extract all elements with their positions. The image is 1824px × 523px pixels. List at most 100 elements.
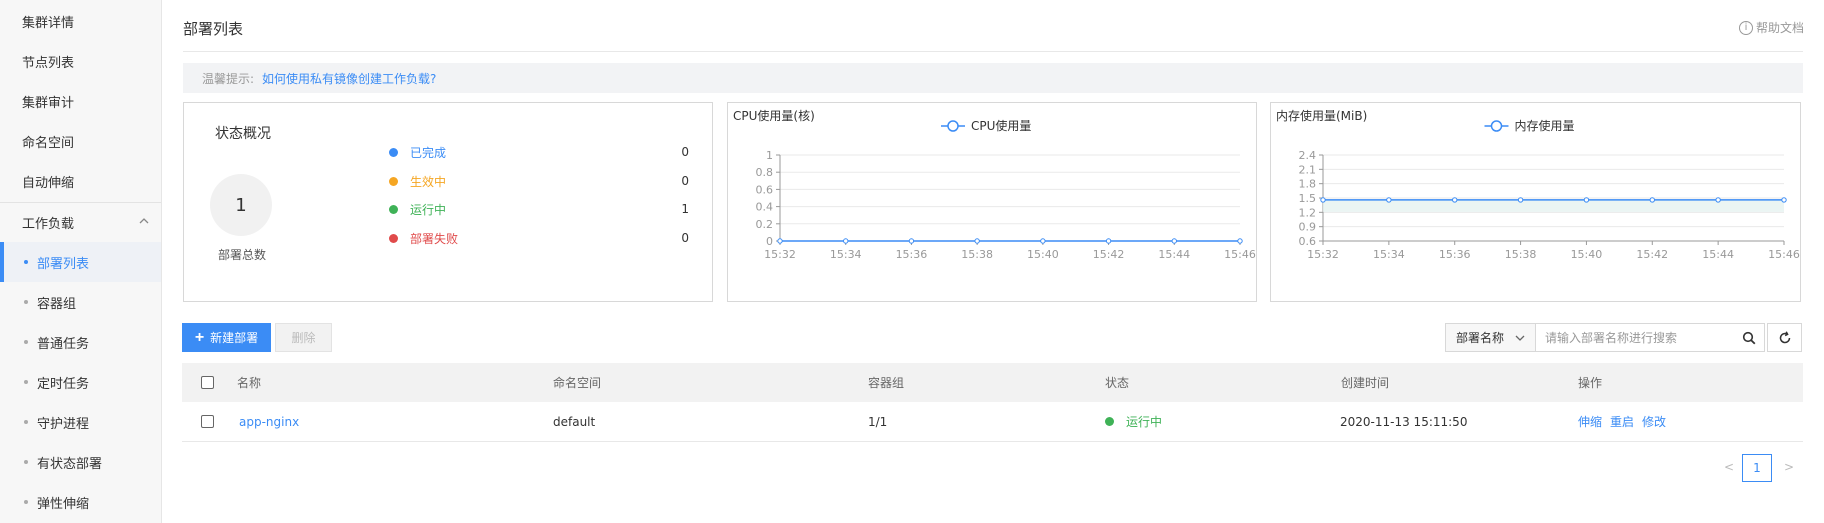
data-point	[1583, 197, 1590, 203]
tip-label: 温馨提示:	[202, 71, 255, 86]
pagination-next[interactable]: >	[1784, 460, 1794, 474]
cpu-chart: CPU使用量 0 0.2 0.4 0.6 0.8 1 15:32 15:34 15:36 15:38…	[756, 118, 1256, 261]
app-root: 集群详情 节点列表 集群审计 命名空间 自动伸缩 工作负载 部署列表 容器组 普…	[0, 0, 1824, 523]
tip-link[interactable]: 如何使用私有镜像创建工作负载?	[262, 70, 436, 87]
delete-button[interactable]: 删除	[275, 323, 332, 352]
sidebar-item-node-list[interactable]: 节点列表	[0, 41, 161, 81]
data-point	[1237, 238, 1243, 244]
status-row-label: 运行中	[410, 202, 447, 217]
data-point	[1040, 238, 1046, 244]
column-header-created[interactable]: 创建时间	[1341, 363, 1389, 402]
legend-label: CPU使用量	[971, 118, 1031, 133]
data-point	[843, 238, 849, 244]
sidebar-item-workload[interactable]: 工作负载	[0, 202, 161, 242]
legend-marker	[1490, 120, 1503, 132]
table-header: 名称 命名空间 容器组 状态 创建时间 操作	[182, 363, 1803, 402]
sidebar-item-label: 有状态部署	[37, 456, 103, 472]
bullet-icon	[24, 340, 28, 344]
bullet-icon	[24, 260, 28, 264]
legend-label: 内存使用量	[1515, 118, 1575, 133]
column-header-status[interactable]: 状态	[1105, 363, 1129, 402]
sidebar-item-cluster-audit[interactable]: 集群审计	[0, 81, 161, 121]
status-row-count: 0	[681, 174, 689, 188]
sidebar-item-label: 工作负载	[22, 216, 75, 232]
data-point	[1320, 197, 1326, 203]
column-header-namespace[interactable]: 命名空间	[553, 363, 601, 402]
column-header-name[interactable]: 名称	[237, 363, 261, 402]
search-icon	[1742, 331, 1756, 344]
sidebar-item-statefulsets[interactable]: 有状态部署	[0, 442, 161, 482]
chevron-up-icon	[139, 218, 149, 224]
x-tick-label: 15:40	[1027, 248, 1059, 261]
data-point	[1649, 197, 1655, 203]
pagination-prev[interactable]: <	[1724, 460, 1734, 474]
sidebar-item-daemonsets[interactable]: 守护进程	[0, 402, 161, 442]
refresh-button[interactable]	[1767, 323, 1802, 352]
y-tick-label: 0	[766, 235, 773, 248]
sidebar-item-pods[interactable]: 容器组	[0, 282, 161, 322]
status-row-label: 部署失败	[410, 231, 459, 246]
column-header-actions: 操作	[1578, 376, 1603, 390]
total-count-circle: 1	[210, 174, 272, 236]
plus-icon: +	[194, 328, 205, 346]
help-link[interactable]: i 帮助文档	[1738, 19, 1804, 36]
sidebar-item-namespace[interactable]: 命名空间	[0, 121, 161, 161]
status-dot-icon	[1105, 417, 1114, 426]
column-header-pods[interactable]: 容器组	[868, 363, 904, 402]
sidebar-item-cluster-detail[interactable]: 集群详情	[0, 1, 161, 41]
y-tick-label: 0.9	[1299, 221, 1317, 234]
x-tick-label: 15:34	[830, 248, 862, 261]
search-field-select[interactable]: 部署名称	[1446, 324, 1536, 351]
data-point	[1715, 197, 1721, 203]
edit-action[interactable]: 修改	[1642, 413, 1666, 430]
sidebar-item-deployments[interactable]: 部署列表	[0, 242, 161, 282]
sidebar-item-label: 集群审计	[22, 95, 75, 111]
y-tick-label: 1	[766, 149, 773, 162]
y-tick-label: 0.6	[1299, 235, 1317, 248]
row-checkbox[interactable]	[201, 415, 214, 428]
table-row: app-nginx default 1/1 运行中 2020-11-13 15:…	[182, 402, 1803, 442]
status-overview-card: 状态概况 1 部署总数 已完成 0 生效中 0 运行中 1 部署失败 0	[183, 102, 713, 302]
pagination-page[interactable]: 1	[1742, 454, 1772, 482]
x-tick-label: 15:40	[1571, 248, 1603, 261]
x-tick-label: 15:38	[961, 248, 993, 261]
x-tick-label: 15:46	[1768, 248, 1800, 261]
sidebar-item-label: 普通任务	[37, 336, 90, 352]
search-button[interactable]	[1734, 324, 1764, 351]
sidebar-item-autoscale[interactable]: 自动伸缩	[0, 161, 161, 201]
tip-bar: 温馨提示: 如何使用私有镜像创建工作负载?	[183, 63, 1803, 93]
deployment-name-link[interactable]: app-nginx	[239, 402, 299, 441]
help-label: 帮助文档	[1755, 21, 1804, 35]
status-row: 生效中 0	[389, 172, 689, 190]
y-tick-label: 2.4	[1299, 149, 1317, 162]
bullet-icon	[24, 460, 28, 464]
restart-action[interactable]: 重启	[1610, 413, 1634, 430]
status-row: 运行中 1	[389, 200, 689, 218]
select-all-checkbox[interactable]	[201, 376, 214, 389]
page-title: 部署列表	[183, 20, 244, 38]
status-dot-icon	[389, 147, 398, 157]
cpu-chart-card: CPU使用量(核) CPU使用量 0 0.2 0.4 0.6 0.8 1 15:32 15:34…	[727, 102, 1257, 302]
sidebar-item-label: 定时任务	[37, 376, 90, 392]
namespace-cell: default	[553, 414, 596, 429]
sidebar-item-label: 节点列表	[22, 55, 75, 71]
data-point	[908, 238, 915, 244]
sidebar-item-cronjobs[interactable]: 定时任务	[0, 362, 161, 402]
data-point	[1386, 197, 1392, 203]
y-tick-label: 1.5	[1299, 192, 1317, 205]
data-point	[1105, 238, 1112, 244]
sidebar-item-hpa[interactable]: 弹性伸缩	[0, 482, 161, 522]
sidebar-item-jobs[interactable]: 普通任务	[0, 322, 161, 362]
status-row: 已完成 0	[389, 143, 689, 161]
search-input[interactable]	[1536, 324, 1734, 351]
sidebar-item-label: 自动伸缩	[22, 175, 75, 191]
new-deployment-button[interactable]: + 新建部署	[182, 323, 271, 352]
data-point	[1781, 197, 1787, 203]
search-bar: 部署名称	[1445, 323, 1765, 352]
y-tick-label: 0.6	[756, 183, 774, 196]
bullet-icon	[24, 300, 28, 304]
status-row-count: 1	[681, 202, 689, 216]
bullet-icon	[24, 420, 28, 424]
y-tick-label: 1.2	[1299, 206, 1317, 219]
scale-action[interactable]: 伸缩	[1578, 413, 1602, 430]
